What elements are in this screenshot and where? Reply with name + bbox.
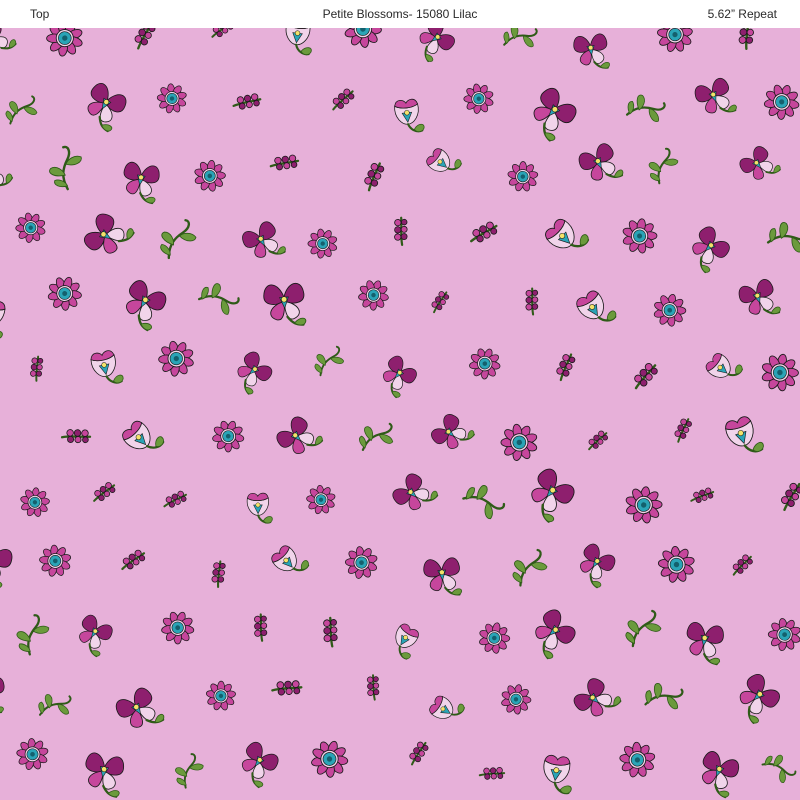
fabric-title: Petite Blossoms- 15080 Lilac [322,7,478,21]
fabric-background [0,28,800,800]
pattern-canvas: .pd{fill:#8e1f6e;stroke:#1a1a1a;stroke-w… [0,28,800,800]
fabric-swatch-page: Top Petite Blossoms- 15080 Lilac 5.62” R… [0,0,800,800]
header-bar: Top Petite Blossoms- 15080 Lilac 5.62” R… [0,0,800,28]
fabric-pattern: .pd{fill:#8e1f6e;stroke:#1a1a1a;stroke-w… [0,28,800,800]
repeat-size-label: 5.62” Repeat [707,7,777,21]
